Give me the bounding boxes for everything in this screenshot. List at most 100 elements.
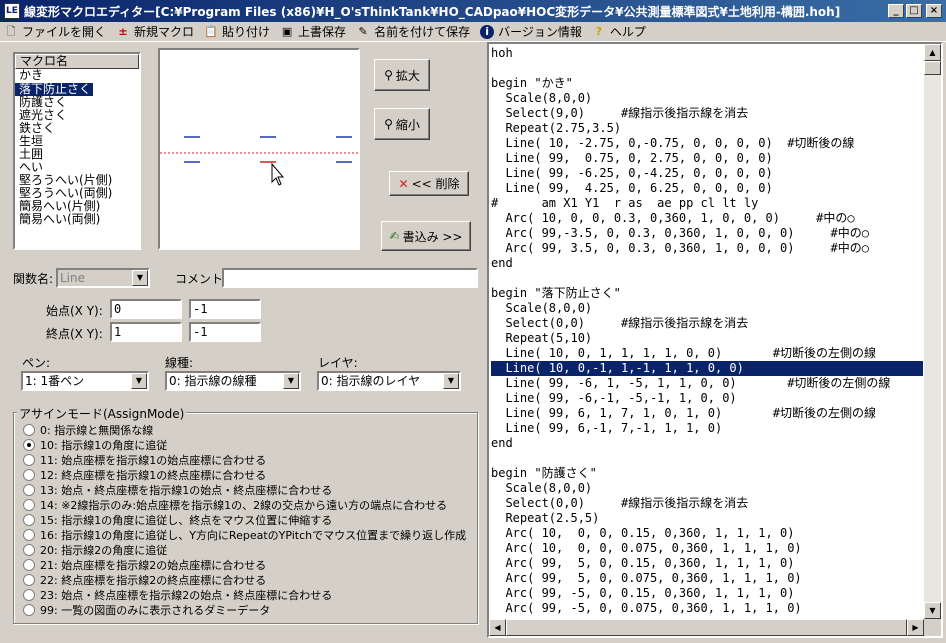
maximize-button[interactable]: □: [906, 4, 922, 18]
assign-mode-option[interactable]: 13: 始点・終点座標を指示線1の始点・終点座標に合わせる: [23, 482, 332, 497]
code-line[interactable]: Select(0,0) #線指示後指示線を消去: [491, 316, 923, 331]
code-line[interactable]: Arc( 99, -5, 0, 0.075, 0,360, 1, 1, 1, 0…: [491, 601, 923, 616]
code-line[interactable]: Line( 10, 0,-1, 1,-1, 1, 1, 0, 0): [491, 361, 923, 376]
vertical-scrollbar[interactable]: ▲ ▼: [924, 44, 941, 619]
macro-list-header[interactable]: マクロ名: [15, 54, 139, 69]
start-x-field[interactable]: 0: [110, 299, 182, 319]
macro-list[interactable]: かき 落下防止さく 防護さく 遮光さく 鉄さく 生垣 土囲 へい 堅ろうへい(片側) 堅ろうへい(…: [15, 69, 139, 226]
radio-button[interactable]: [23, 468, 35, 481]
code-line[interactable]: Scale(8,0,0): [491, 301, 923, 316]
delete-button[interactable]: ✕ << 削除: [389, 171, 469, 196]
assign-mode-option[interactable]: 21: 始点座標を指示線2の始点座標に合わせる: [23, 557, 266, 572]
code-line[interactable]: Arc( 99, 3.5, 0, 0.3, 0,360, 1, 0, 0, 0)…: [491, 241, 923, 256]
code-line[interactable]: Line( 99, -6.25, 0,-4.25, 0, 0, 0, 0): [491, 166, 923, 181]
code-line[interactable]: Line( 99, 6,-1, 7,-1, 1, 1, 0): [491, 421, 923, 436]
radio-button[interactable]: [23, 543, 35, 556]
code-line[interactable]: begin "防護さく": [491, 466, 923, 481]
radio-button[interactable]: [23, 588, 35, 601]
assign-mode-option[interactable]: 10: 指示線1の角度に追従: [23, 437, 167, 452]
code-line[interactable]: begin "かき": [491, 76, 923, 91]
code-line[interactable]: Line( 99, 0.75, 0, 2.75, 0, 0, 0, 0): [491, 151, 923, 166]
radio-button[interactable]: [23, 483, 35, 496]
assign-mode-option[interactable]: 16: 指示線1の角度に追従し、Y方向にRepeatのYPitchでマウス位置ま…: [23, 527, 466, 542]
scroll-right-icon[interactable]: ▶: [907, 619, 924, 636]
pen-select[interactable]: 1: 1番ペン ▼: [21, 371, 149, 391]
macro-listbox[interactable]: マクロ名 かき 落下防止さく 防護さく 遮光さく 鉄さく 生垣 土囲 へい 堅ろうへい(片側) 堅…: [13, 52, 141, 250]
code-line[interactable]: end: [491, 256, 923, 271]
code-line[interactable]: Select(9,0) #線指示後指示線を消去: [491, 106, 923, 121]
code-line[interactable]: Repeat(2.5,5): [491, 511, 923, 526]
assign-mode-option[interactable]: 22: 終点座標を指示線2の終点座標に合わせる: [23, 572, 266, 587]
macro-list-item[interactable]: かき: [15, 69, 139, 82]
scroll-down-icon[interactable]: ▼: [924, 602, 941, 619]
assign-mode-option[interactable]: 11: 始点座標を指示線1の始点座標に合わせる: [23, 452, 266, 467]
code-line[interactable]: Line( 10, 0, 1, 1, 1, 1, 0, 0) #切断後の左側の線: [491, 346, 923, 361]
code-line[interactable]: Arc( 99, 5, 0, 0.075, 0,360, 1, 1, 1, 0): [491, 571, 923, 586]
scroll-up-icon[interactable]: ▲: [924, 44, 941, 61]
assign-mode-option[interactable]: 23: 始点・終点座標を指示線2の始点・終点座標に合わせる: [23, 587, 332, 602]
close-button[interactable]: ×: [926, 4, 942, 18]
code-line[interactable]: end: [491, 436, 923, 451]
macro-list-item[interactable]: 簡易へい(両側): [15, 213, 139, 226]
code-line[interactable]: Line( 99, 4.25, 0, 6.25, 0, 0, 0, 0): [491, 181, 923, 196]
radio-button[interactable]: [23, 558, 35, 571]
code-line[interactable]: Line( 99, -6,-1, -5,-1, 1, 0, 0): [491, 391, 923, 406]
radio-button[interactable]: [23, 438, 35, 451]
menu-save-as[interactable]: ✎ 名前を付けて保存: [352, 22, 476, 42]
code-line[interactable]: Arc( 10, 0, 0, 0.3, 0,360, 1, 0, 0, 0) #…: [491, 211, 923, 226]
radio-button[interactable]: [23, 498, 35, 511]
menu-help[interactable]: ? ヘルプ: [588, 22, 652, 42]
radio-button[interactable]: [23, 453, 35, 466]
radio-button[interactable]: [23, 603, 35, 616]
function-name-select[interactable]: Line ▼: [56, 268, 150, 288]
code-content[interactable]: hoh begin "かき" Scale(8,0,0) Select(9,0) #…: [491, 46, 923, 616]
code-line[interactable]: Select(0,0) #線指示後指示線を消去: [491, 496, 923, 511]
assign-mode-option[interactable]: 20: 指示線2の角度に追従: [23, 542, 167, 557]
code-line[interactable]: [491, 271, 923, 286]
radio-button[interactable]: [23, 528, 35, 541]
code-line[interactable]: Line( 99, -6, 1, -5, 1, 1, 0, 0) #切断後の左側…: [491, 376, 923, 391]
radio-button[interactable]: [23, 513, 35, 526]
code-line[interactable]: Scale(8,0,0): [491, 91, 923, 106]
menu-save[interactable]: ▣ 上書保存: [276, 22, 352, 42]
code-line[interactable]: hoh: [491, 46, 923, 61]
layer-select[interactable]: 0: 指示線のレイヤ ▼: [317, 371, 461, 391]
code-line[interactable]: # am X1 Y1 r as ae pp cl lt ly: [491, 196, 923, 211]
minimize-button[interactable]: _: [888, 4, 904, 18]
menu-version-info[interactable]: i バージョン情報: [476, 22, 588, 42]
assign-mode-option[interactable]: 14: ※2線指示のみ:始点座標を指示線1の、2線の交点から遠い方の端点に合わせ…: [23, 497, 447, 512]
code-line[interactable]: Arc( 99, 5, 0, 0.15, 0,360, 1, 1, 1, 0): [491, 556, 923, 571]
code-line[interactable]: Repeat(2.75,3.5): [491, 121, 923, 136]
code-line[interactable]: Arc( 99, -5, 0, 0.15, 0,360, 1, 1, 1, 0): [491, 586, 923, 601]
menu-paste[interactable]: 📋 貼り付け: [200, 22, 276, 42]
code-line[interactable]: Arc( 10, 0, 0, 0.075, 0,360, 1, 1, 1, 0): [491, 541, 923, 556]
code-line[interactable]: Scale(8,0,0): [491, 481, 923, 496]
end-y-field[interactable]: -1: [189, 322, 261, 342]
menu-new-macro[interactable]: ± 新規マクロ: [112, 22, 200, 42]
radio-button[interactable]: [23, 423, 35, 436]
preview-canvas[interactable]: [158, 48, 360, 250]
start-y-field[interactable]: -1: [189, 299, 261, 319]
radio-button[interactable]: [23, 573, 35, 586]
macro-text-editor[interactable]: hoh begin "かき" Scale(8,0,0) Select(9,0) #…: [487, 42, 943, 638]
end-x-field[interactable]: 1: [110, 322, 182, 342]
code-line[interactable]: Arc( 99,-3.5, 0, 0.3, 0,360, 1, 0, 0, 0)…: [491, 226, 923, 241]
horizontal-scrollbar[interactable]: ◀ ▶: [489, 619, 924, 636]
code-line[interactable]: Arc( 10, 0, 0, 0.15, 0,360, 1, 1, 1, 0): [491, 526, 923, 541]
code-line[interactable]: [491, 61, 923, 76]
horizontal-scroll-thumb[interactable]: [506, 619, 907, 636]
assign-mode-option[interactable]: 15: 指示線1の角度に追従し、終点をマウス位置に伸縮する: [23, 512, 332, 527]
code-line[interactable]: Repeat(5,10): [491, 331, 923, 346]
menu-open-file[interactable]: 🗋 ファイルを開く: [0, 22, 112, 42]
comment-field[interactable]: [222, 268, 478, 288]
zoom-out-button[interactable]: ⚲ 縮小: [374, 108, 430, 140]
code-line[interactable]: [491, 451, 923, 466]
linetype-select[interactable]: 0: 指示線の線種 ▼: [165, 371, 301, 391]
zoom-in-button[interactable]: ⚲ 拡大: [374, 59, 430, 91]
scroll-left-icon[interactable]: ◀: [489, 619, 506, 636]
write-button[interactable]: ✍ 書込み >>: [381, 221, 471, 251]
scroll-thumb[interactable]: [924, 61, 941, 75]
assign-mode-option[interactable]: 99: 一覧の図面のみに表示されるダミーデータ: [23, 602, 270, 617]
code-line[interactable]: begin "落下防止さく": [491, 286, 923, 301]
code-line[interactable]: Line( 99, 6, 1, 7, 1, 0, 1, 0) #切断後の左側の線: [491, 406, 923, 421]
